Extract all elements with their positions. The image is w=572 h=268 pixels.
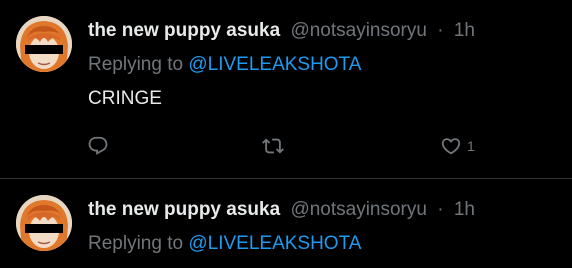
tweet[interactable]: the new puppy asuka @notsayinsoryu · 1h … [0,179,572,268]
timestamp[interactable]: 1h [454,20,475,41]
like-count: 1 [467,138,475,154]
avatar[interactable] [16,195,72,251]
avatar-image [16,195,72,251]
timestamp[interactable]: 1h [454,199,475,220]
tweet[interactable]: the new puppy asuka @notsayinsoryu · 1h … [0,0,572,178]
separator-dot: · [437,199,444,220]
replying-to-mention[interactable]: @LIVELEAKSHOTA [188,54,361,75]
like-button[interactable]: 1 [440,134,475,158]
replying-to-line: Replying to @LIVELEAKSHOTA [88,53,361,77]
author-handle[interactable]: @notsayinsoryu [290,199,427,220]
retweet-button[interactable] [262,134,284,158]
replying-to-mention[interactable]: @LIVELEAKSHOTA [188,233,361,254]
tweet-text: CRINGE [88,88,162,109]
replying-to-label: Replying to [88,54,184,75]
heart-icon [440,135,462,157]
retweet-icon [262,135,284,157]
author-name[interactable]: the new puppy asuka [88,20,280,41]
tweet-header: the new puppy asuka @notsayinsoryu · 1h [88,19,475,43]
separator-dot: · [437,20,444,41]
avatar[interactable] [16,16,72,72]
author-name[interactable]: the new puppy asuka [88,199,280,220]
author-handle[interactable]: @notsayinsoryu [290,20,427,41]
replying-to-line: Replying to @LIVELEAKSHOTA [88,232,361,256]
avatar-image [16,16,72,72]
replying-to-label: Replying to [88,233,184,254]
tweet-header: the new puppy asuka @notsayinsoryu · 1h [88,198,475,222]
reply-button[interactable] [87,134,109,158]
reply-icon [87,135,109,157]
